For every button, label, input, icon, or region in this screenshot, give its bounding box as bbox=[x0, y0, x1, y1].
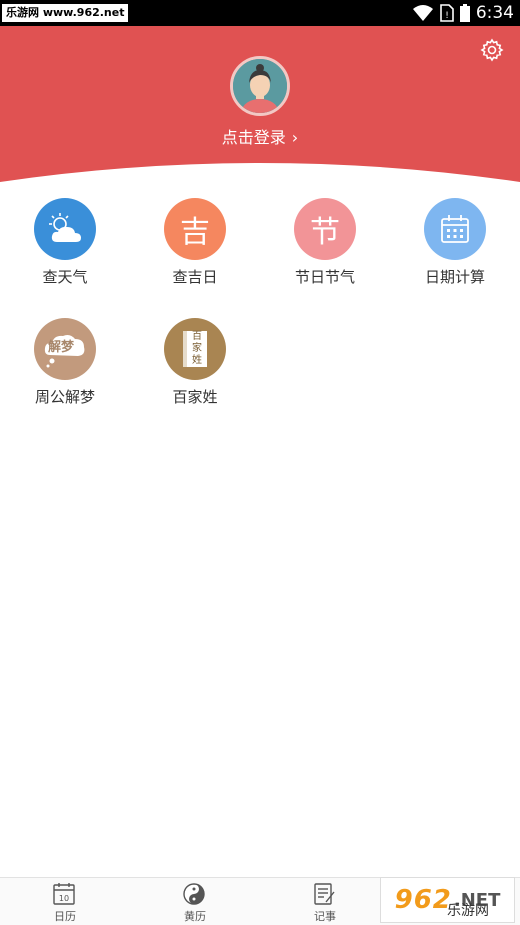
watermark-cn: 乐游网 bbox=[447, 903, 489, 919]
status-time: 6:34 bbox=[475, 3, 514, 23]
tool-label: 周公解梦 bbox=[34, 388, 95, 406]
login-link[interactable]: 点击登录 › bbox=[0, 124, 520, 148]
calendar-day-number: 10 bbox=[59, 894, 69, 903]
status-icons: ! 6:34 bbox=[412, 0, 514, 26]
surname-circle: 百家姓 bbox=[164, 318, 226, 380]
watermark-bottom: 962 .NET 乐游网 bbox=[380, 877, 515, 923]
login-text: 点击登录 bbox=[221, 128, 286, 147]
tool-festivals[interactable]: 节 节日节气 bbox=[260, 196, 390, 306]
calendar-day-icon: 10 bbox=[53, 883, 75, 905]
user-avatar-icon bbox=[233, 59, 287, 113]
nav-label: 记事 bbox=[314, 910, 336, 923]
tool-date-calc[interactable]: 日期计算 bbox=[390, 196, 520, 306]
nav-notes[interactable]: 记事 bbox=[260, 878, 390, 925]
battery-icon bbox=[459, 4, 470, 22]
tool-label: 节日节气 bbox=[294, 268, 355, 286]
calendar-icon bbox=[441, 215, 469, 243]
date-calc-circle bbox=[424, 198, 486, 260]
avatar[interactable] bbox=[230, 56, 290, 116]
nav-label: 黄历 bbox=[184, 910, 206, 923]
tool-dream-interpretation[interactable]: 解梦 周公解梦 bbox=[0, 316, 130, 426]
jie-icon: 节 bbox=[294, 198, 356, 260]
tool-auspicious-day[interactable]: 吉 查吉日 bbox=[130, 196, 260, 306]
dream-circle: 解梦 bbox=[34, 318, 96, 380]
watermark-top: 乐游网 www.962.net bbox=[2, 4, 129, 22]
weather-icon bbox=[49, 213, 81, 242]
nav-calendar[interactable]: 10 日历 bbox=[0, 878, 130, 925]
tool-label: 查天气 bbox=[42, 268, 88, 286]
nav-almanac[interactable]: 黄历 bbox=[130, 878, 260, 925]
no-sim-icon: ! bbox=[440, 4, 454, 22]
watermark-962: 962 bbox=[394, 885, 452, 915]
dream-glyph: 解梦 bbox=[48, 340, 75, 355]
ji-icon: 吉 bbox=[164, 198, 226, 260]
tool-label: 日期计算 bbox=[424, 268, 485, 286]
yin-yang-icon bbox=[183, 883, 205, 905]
settings-gear-icon[interactable] bbox=[480, 38, 504, 62]
nav-label: 日历 bbox=[54, 910, 76, 923]
tool-label: 百家姓 bbox=[172, 388, 218, 406]
chevron-right-icon: › bbox=[291, 128, 299, 147]
wifi-icon bbox=[412, 5, 433, 21]
tool-weather[interactable]: 查天气 bbox=[0, 196, 130, 306]
tool-surnames[interactable]: 百家姓 百家姓 bbox=[130, 316, 260, 426]
surname-glyph: 百家姓 bbox=[192, 331, 202, 366]
notes-icon bbox=[314, 883, 335, 905]
svg-text:!: ! bbox=[445, 11, 449, 21]
tool-label: 查吉日 bbox=[172, 268, 218, 286]
status-bar: 乐游网 www.962.net ! 6:34 bbox=[0, 0, 520, 26]
weather-circle bbox=[34, 198, 96, 260]
profile-header: 点击登录 › bbox=[0, 26, 520, 196]
